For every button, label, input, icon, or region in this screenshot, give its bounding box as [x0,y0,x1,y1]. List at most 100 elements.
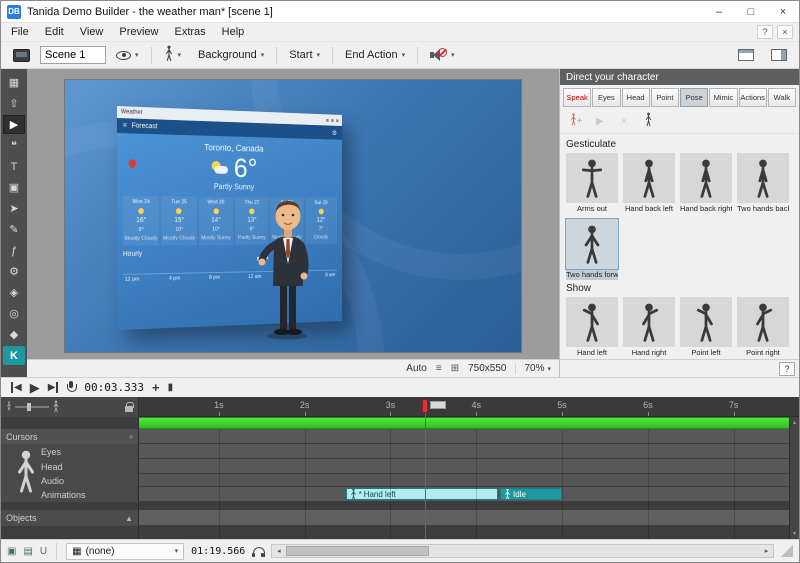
tab-walk[interactable]: Walk [768,88,796,107]
maximize-button[interactable]: □ [735,1,767,22]
track-lane-animations[interactable]: *Hand leftIdle [139,487,799,502]
display-button[interactable] [6,45,37,66]
record-audio-button[interactable] [66,381,76,395]
menu-view[interactable]: View [72,24,112,40]
remove-pose-button[interactable]: × [616,113,632,129]
scroll-right-icon[interactable]: ▸ [760,547,773,555]
text-tool-icon[interactable]: T [3,157,25,176]
pencil-tool-icon[interactable]: ✎ [3,220,25,239]
auto-mode-button[interactable]: Auto [406,363,427,374]
pose-thumbnail[interactable]: Hand back left [623,153,675,214]
timeline-vertical-scrollbar[interactable]: ▴ ▾ [789,417,799,539]
pose-thumbnail[interactable]: Hand back right [680,153,732,214]
zoom-tool-icon[interactable]: ◎ [3,304,25,323]
tab-head[interactable]: Head [622,88,650,107]
track-lane-head[interactable] [139,459,799,474]
timeline-range-bar[interactable] [139,417,799,429]
tab-pose[interactable]: Pose [680,88,708,107]
panel-close-button[interactable]: × [777,25,793,39]
menu-edit[interactable]: Edit [37,24,72,40]
arrow-up-icon[interactable]: ⇧ [3,94,25,113]
paste-frame-icon[interactable]: ▤ [23,546,32,557]
settings-tool-icon[interactable]: ⚙ [3,262,25,281]
timeline-clip-idle[interactable]: Idle [500,488,562,500]
shapes-tool-icon[interactable]: ◈ [3,283,25,302]
tab-mimic[interactable]: Mimic [709,88,737,107]
menu-preview[interactable]: Preview [111,24,166,40]
timeline-ruler[interactable]: 1s2s3s4s5s6s7s [139,397,799,417]
pose-thumbnail[interactable]: Point left [680,297,732,358]
effects-tool-icon[interactable]: ƒ [3,241,25,260]
character-figure-button[interactable] [640,113,656,129]
track-label-animations[interactable]: Animations [41,490,86,500]
zoom-slider-thumb[interactable] [27,403,31,411]
track-label-audio[interactable]: Audio [41,476,64,486]
zoom-dropdown[interactable]: 70% ▾ [515,363,551,374]
image-tool-icon[interactable]: ▣ [3,178,25,197]
add-marker-button[interactable]: + [152,380,160,395]
character-dropdown[interactable]: ▾ [157,41,189,69]
pose-thumbnail[interactable]: Hand right [623,297,675,358]
fit-canvas-icon[interactable]: ⊞ [451,363,459,374]
layout-split-button[interactable] [764,45,794,65]
drop-tool-icon[interactable]: ◆ [3,325,25,344]
help-button[interactable]: ? [757,25,773,39]
play-object-icon[interactable]: ▶ [3,115,25,134]
scene-select-input[interactable] [40,46,106,64]
track-lane-eyes[interactable] [139,444,799,459]
preview-pose-button[interactable]: ▶ [592,113,608,129]
scroll-down-icon[interactable]: ▾ [793,530,796,537]
track-lane-audio[interactable] [139,474,799,487]
pose-thumbnail[interactable]: Two hands back [737,153,789,214]
insert-marker-icon[interactable]: ▮ [168,382,174,393]
canvas[interactable]: Weather ≡ Forecast ⚙ Toronto, Canada [27,69,559,359]
menu-help[interactable]: Help [214,24,253,40]
pose-thumbnail[interactable]: Two hands forw [566,219,618,280]
tab-actions[interactable]: Actions [739,88,767,107]
timeline-zoom-slider[interactable] [15,406,49,408]
tab-speak[interactable]: Speak [563,88,591,107]
timeline-horizontal-scrollbar[interactable]: ◂ ▸ [271,544,774,558]
menu-file[interactable]: File [3,24,37,40]
track-label-objects[interactable]: Objects [6,513,37,523]
start-dropdown[interactable]: Start ▾ [282,45,327,65]
minimize-button[interactable]: – [703,1,735,22]
pin-track-icon[interactable]: ▲ [125,514,133,523]
scroll-up-icon[interactable]: ▴ [793,419,796,426]
loop-icon[interactable]: U [40,546,47,557]
slides-grid-icon[interactable]: ▦ [3,73,25,92]
play-button[interactable]: ▶ [30,380,40,396]
track-label-head[interactable]: Head [41,462,63,472]
k-tool-icon[interactable]: K [3,346,25,365]
resize-grip[interactable] [781,545,793,557]
track-options-icon[interactable] [129,435,133,439]
visibility-dropdown[interactable]: ▾ [109,47,146,64]
track-lane-cursors[interactable] [139,429,799,444]
tab-eyes[interactable]: Eyes [592,88,620,107]
scroll-left-icon[interactable]: ◂ [272,547,285,555]
menu-extras[interactable]: Extras [166,24,213,40]
scene-stage[interactable]: Weather ≡ Forecast ⚙ Toronto, Canada [65,80,521,352]
timeline-clip-hand-left[interactable]: *Hand left [346,488,498,500]
go-to-end-button[interactable]: ▶ [48,382,59,393]
cursor-tool-icon[interactable]: ➤ [3,199,25,218]
end-action-dropdown[interactable]: End Action ▾ [338,45,412,65]
track-label-cursors[interactable]: Cursors [6,432,38,442]
track-lane-objects[interactable] [139,510,799,526]
mute-dropdown[interactable]: ▾ [423,44,462,66]
weatherman-character[interactable] [257,192,321,343]
copy-frame-icon[interactable]: ▣ [7,546,16,557]
scrollbar-thumb[interactable] [286,546,428,556]
selection-dropdown[interactable]: ▦ (none) ▾ [66,543,184,560]
layout-single-button[interactable] [731,45,761,65]
pose-thumbnail[interactable]: Arms out [566,153,618,214]
panel-help-button[interactable]: ? [779,362,795,376]
track-label-eyes[interactable]: Eyes [41,447,61,457]
script-panel-icon[interactable]: ≡ [436,363,442,374]
add-pose-button[interactable]: + [568,113,584,129]
pose-thumbnail[interactable]: Hand left [566,297,618,358]
background-dropdown[interactable]: Background ▾ [191,45,271,65]
pose-thumbnail[interactable]: Point right [737,297,789,358]
headphones-icon[interactable] [252,546,264,557]
close-button[interactable]: × [767,1,799,22]
